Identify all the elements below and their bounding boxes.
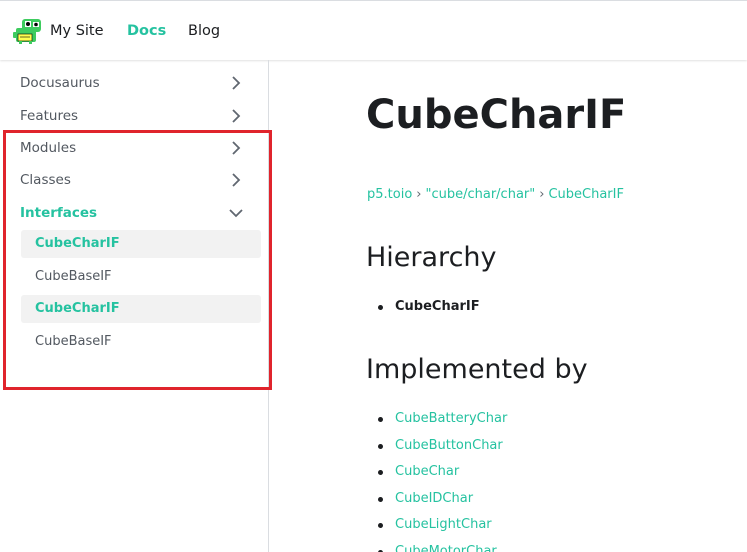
sidebar-category-label: Modules xyxy=(20,140,77,156)
breadcrumb: p5.toio › "cube/char/char" › CubeCharIF xyxy=(367,187,624,202)
sidebar-item-cubecharif[interactable]: CubeCharIF xyxy=(21,230,261,258)
implemented-by-link[interactable]: CubeMotorChar xyxy=(376,544,507,552)
brand-title: My Site xyxy=(50,23,104,39)
implemented-by-link[interactable]: CubeChar xyxy=(376,464,507,491)
nav-link-docs[interactable]: Docs xyxy=(127,23,166,39)
sidebar-item-label: CubeCharIF xyxy=(35,236,120,251)
hierarchy-list: CubeCharIF xyxy=(376,299,480,326)
breadcrumb-link[interactable]: "cube/char/char" xyxy=(425,187,535,202)
sidebar-item-label: CubeBaseIF xyxy=(35,334,112,349)
sidebar-category-label: Interfaces xyxy=(20,205,98,221)
sidebar-item-cubebaseif[interactable]: CubeBaseIF xyxy=(21,263,261,291)
docs-sidebar: Docusaurus Features Modules Classes Inte… xyxy=(0,60,269,552)
sidebar-category-interfaces[interactable]: Interfaces xyxy=(0,198,268,228)
breadcrumb-link[interactable]: CubeCharIF xyxy=(548,187,624,202)
dinosaur-logo-icon xyxy=(13,18,42,44)
implemented-by-link[interactable]: CubeBatteryChar xyxy=(376,411,507,438)
sidebar-item-cubecharif[interactable]: CubeCharIF xyxy=(21,295,261,323)
sidebar-item-label: CubeCharIF xyxy=(35,301,120,316)
brand-link[interactable]: My Site xyxy=(13,17,104,45)
chevron-right-icon[interactable] xyxy=(228,108,244,124)
chevron-right-icon[interactable] xyxy=(228,140,244,156)
list-item: CubeCharIF xyxy=(376,299,480,326)
breadcrumb-link[interactable]: p5.toio xyxy=(367,187,412,202)
sidebar-category-label: Classes xyxy=(20,172,71,188)
sidebar-category-docusaurus[interactable]: Docusaurus xyxy=(0,68,268,98)
breadcrumb-separator: › xyxy=(539,187,545,202)
breadcrumb-separator: › xyxy=(416,187,422,202)
sidebar-item-label: CubeBaseIF xyxy=(35,269,112,284)
main-content: CubeCharIF p5.toio › "cube/char/char" › Cube… xyxy=(270,60,747,552)
implemented-by-list: CubeBatteryChar CubeButtonChar CubeChar … xyxy=(376,411,507,552)
sidebar-category-label: Features xyxy=(20,108,79,124)
chevron-right-icon[interactable] xyxy=(228,172,244,188)
sidebar-category-modules[interactable]: Modules xyxy=(0,133,268,163)
chevron-down-icon[interactable] xyxy=(228,205,244,221)
navbar: My Site Docs Blog xyxy=(0,0,747,60)
sidebar-item-cubebaseif[interactable]: CubeBaseIF xyxy=(21,328,261,356)
implemented-by-link[interactable]: CubeIDChar xyxy=(376,491,507,518)
sidebar-category-features[interactable]: Features xyxy=(0,101,268,131)
chevron-right-icon[interactable] xyxy=(228,75,244,91)
implemented-by-link[interactable]: CubeButtonChar xyxy=(376,438,507,465)
implemented-by-link[interactable]: CubeLightChar xyxy=(376,517,507,544)
nav-link-blog[interactable]: Blog xyxy=(188,23,220,39)
hierarchy-heading: Hierarchy xyxy=(366,242,497,273)
sidebar-category-label: Docusaurus xyxy=(20,75,100,91)
sidebar-category-classes[interactable]: Classes xyxy=(0,165,268,195)
page-title: CubeCharIF xyxy=(366,92,627,138)
implemented-by-heading: Implemented by xyxy=(366,354,588,385)
